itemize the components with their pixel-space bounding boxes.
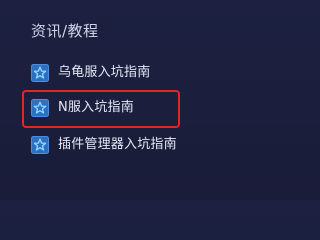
menu-item-plugin-manager-guide[interactable]: 插件管理器入坑指南 — [31, 133, 177, 157]
news-tutorial-panel: 资讯/教程 乌龟服入坑指南 N服入坑指南 插件管理器入坑指南 — [0, 0, 277, 200]
section-title: 资讯/教程 — [31, 22, 99, 40]
menu-item-label: 乌龟服入坑指南 — [58, 65, 151, 80]
star-icon — [31, 99, 49, 117]
menu-item-n-server-guide[interactable]: N服入坑指南 — [31, 96, 134, 120]
menu-item-label: 插件管理器入坑指南 — [58, 137, 177, 152]
star-icon — [31, 136, 49, 154]
star-icon — [31, 64, 49, 82]
menu-item-turtle-guide[interactable]: 乌龟服入坑指南 — [31, 61, 150, 85]
menu-item-label: N服入坑指南 — [58, 100, 134, 115]
